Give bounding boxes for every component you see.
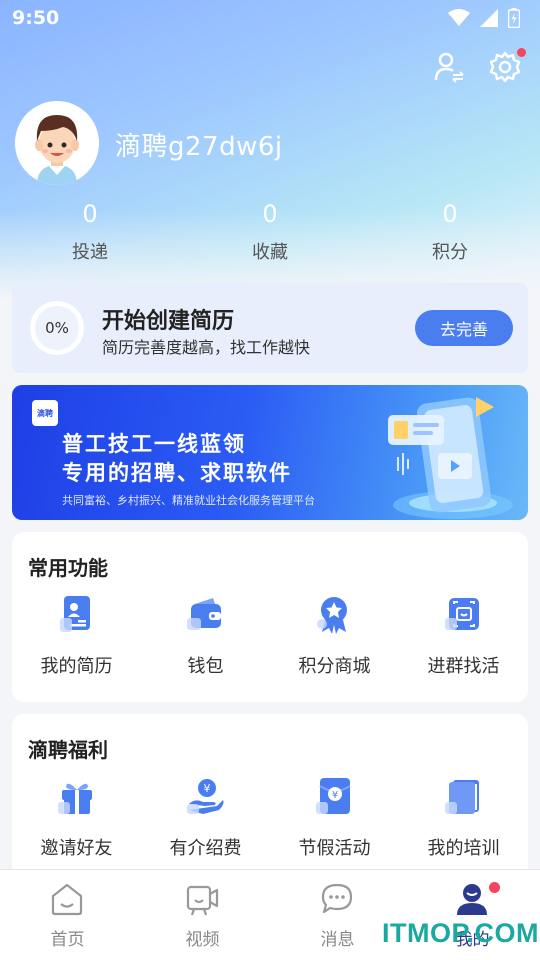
grid-label: 我的简历 <box>40 656 113 677</box>
resume-progress-ring: 0% <box>30 301 84 355</box>
section-title: 滴聘福利 <box>28 738 108 762</box>
book-icon <box>445 780 479 814</box>
stat-value: 0 <box>262 200 278 228</box>
banner-title-line2: 专用的招聘、求职软件 <box>62 461 292 485</box>
status-time: 9:50 <box>12 7 60 29</box>
grid-label: 节假活动 <box>298 838 371 859</box>
resume-completion-card[interactable]: 0% 开始创建简历 简历完善度越高，找工作越快 去完善 <box>12 283 528 373</box>
grid-label: 积分商城 <box>298 656 371 677</box>
stat-label: 投递 <box>72 242 108 263</box>
svg-text:¥: ¥ <box>204 782 211 795</box>
stat-favorites[interactable]: 0 收藏 <box>210 200 330 264</box>
switch-user-icon <box>434 52 464 83</box>
battery-icon <box>508 8 520 28</box>
grid-label: 我的培训 <box>427 838 500 859</box>
wifi-icon <box>448 9 470 26</box>
avatar-illustration <box>15 101 99 185</box>
grid-item-wallet[interactable]: 钱包 <box>141 594 270 694</box>
stat-points[interactable]: 0 积分 <box>390 200 510 264</box>
stat-label: 积分 <box>432 242 468 263</box>
app-logo-text: 滴聘 <box>37 408 53 418</box>
grid-item-referral-fee[interactable]: ¥ 有介绍费 <box>141 776 270 876</box>
mine-badge <box>489 882 500 893</box>
promo-banner[interactable]: 滴聘 普工技工一线蓝领 专用的招聘、求职软件 共同富裕、乡村振兴、精准就业社会化… <box>12 385 528 520</box>
referral-fee-icon: ¥ <box>187 779 224 814</box>
nav-label: 首页 <box>50 930 85 950</box>
app-logo: 滴聘 <box>32 400 58 426</box>
settings-button[interactable] <box>488 48 526 84</box>
status-bar: 9:50 <box>0 0 540 36</box>
status-icons <box>448 8 520 28</box>
nav-item-video[interactable]: 视频 <box>135 870 270 960</box>
resume-title: 开始创建简历 <box>102 309 235 334</box>
profile-icon <box>457 884 487 915</box>
stats-row: 0 投递 0 收藏 0 积分 <box>0 200 540 270</box>
grid-item-points-mall[interactable]: 积分商城 <box>270 594 399 694</box>
stat-value: 0 <box>82 200 98 228</box>
video-icon <box>186 885 219 916</box>
wallet-icon <box>187 598 221 630</box>
switch-identity-button[interactable] <box>432 50 466 84</box>
stat-label: 收藏 <box>252 242 288 263</box>
watermark: ITMOP.COM <box>382 918 540 948</box>
welfare-section: 滴聘福利 邀请好友 ¥ 有介绍费 ¥ 节假活动 我的培训 <box>12 714 528 884</box>
avatar[interactable] <box>15 101 99 185</box>
gear-icon <box>489 51 521 83</box>
section-title: 常用功能 <box>28 556 108 580</box>
resume-icon <box>60 596 90 632</box>
phone-illustration <box>388 397 513 519</box>
complete-resume-button[interactable]: 去完善 <box>415 310 513 346</box>
stat-value: 0 <box>442 200 458 228</box>
grid-label: 进群找活 <box>427 656 500 677</box>
top-actions <box>432 48 526 84</box>
banner-subtitle: 共同富裕、乡村振兴、精准就业社会化服务管理平台 <box>62 494 315 507</box>
grid-item-my-training[interactable]: 我的培训 <box>399 776 528 876</box>
stat-deliveries[interactable]: 0 投递 <box>30 200 150 264</box>
settings-badge <box>517 48 526 57</box>
join-group-icon <box>445 598 479 630</box>
banner-title-line1: 普工技工一线蓝领 <box>62 432 246 456</box>
signal-icon <box>480 9 498 27</box>
home-icon <box>51 883 83 916</box>
nav-item-home[interactable]: 首页 <box>0 870 135 960</box>
nav-label: 视频 <box>185 930 220 950</box>
gift-icon <box>58 783 92 814</box>
grid-label: 邀请好友 <box>40 838 113 859</box>
grid-item-my-resume[interactable]: 我的简历 <box>12 594 141 694</box>
username[interactable]: 滴聘g27dw6j <box>115 126 283 163</box>
common-functions-section: 常用功能 我的简历 钱包 积分商城 进群找活 <box>12 532 528 702</box>
resume-subtitle: 简历完善度越高，找工作越快 <box>102 338 311 357</box>
grid-item-join-group[interactable]: 进群找活 <box>399 594 528 694</box>
points-mall-icon <box>317 597 347 634</box>
grid-item-holiday-events[interactable]: ¥ 节假活动 <box>270 776 399 876</box>
grid-item-invite-friends[interactable]: 邀请好友 <box>12 776 141 876</box>
grid-label: 钱包 <box>187 656 224 677</box>
svg-text:¥: ¥ <box>332 790 338 801</box>
message-icon <box>321 883 353 914</box>
red-envelope-icon: ¥ <box>316 778 351 814</box>
grid-label: 有介绍费 <box>169 838 242 859</box>
